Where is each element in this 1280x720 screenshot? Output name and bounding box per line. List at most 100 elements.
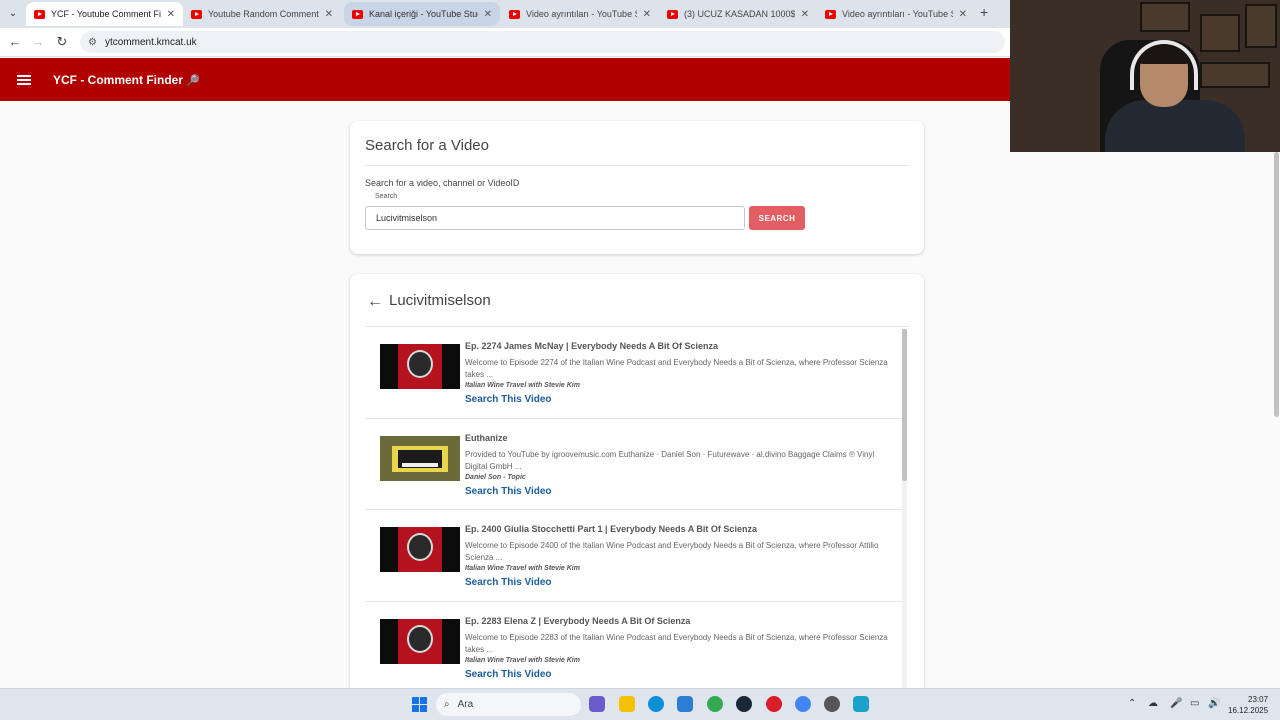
edge-icon[interactable] xyxy=(648,696,664,712)
browser-tab-strip: ⌄ YCF - Youtube Comment Finder ✕ Youtube… xyxy=(0,0,1010,28)
video-thumbnail[interactable] xyxy=(380,527,460,572)
video-channel: Italian Wine Travel with Stevie Kim xyxy=(465,382,580,389)
taskbar-search-placeholder: Ara xyxy=(457,699,474,710)
tab-close-icon[interactable]: ✕ xyxy=(801,9,809,20)
new-tab-plus-icon[interactable]: + xyxy=(980,4,988,20)
forward-arrow-icon[interactable]: → xyxy=(29,33,47,51)
tab-close-icon[interactable]: ✕ xyxy=(325,9,333,20)
video-title: Euthanize xyxy=(465,432,508,443)
video-description: Welcome to Episode 2274 of the Italian W… xyxy=(465,358,888,379)
tab-close-icon[interactable]: ✕ xyxy=(959,9,967,20)
app-header: YCF - Comment Finder 🔎 xyxy=(0,58,1010,101)
volume-icon[interactable]: 🔊 xyxy=(1208,698,1220,709)
video-title: Ep. 2274 James McNay | Everybody Needs A… xyxy=(465,341,718,351)
taskbar-search[interactable]: ⌕ Ara xyxy=(436,693,581,716)
results-scrollbar-thumb[interactable] xyxy=(902,329,907,481)
tab-title: Kanal içeriği - YouTube Studio xyxy=(369,9,478,19)
notepad-icon[interactable] xyxy=(853,696,869,712)
search-this-video-link[interactable]: Search This Video xyxy=(465,486,552,497)
tab-video-details-1[interactable]: Video ayrıntıları - YouTube Stu ✕ xyxy=(501,2,659,26)
reload-icon[interactable]: ↻ xyxy=(53,33,71,51)
windows-taskbar: ⌕ Ara ⌃ ☁ 🎤 ▭ 🔊 23:07 16.12.2025 xyxy=(0,688,1280,720)
main-content: Search for a Video Search for a video, c… xyxy=(0,101,1010,688)
search-hint: Search for a video, channel or VideoID xyxy=(365,178,520,188)
magnifier-emoji-icon: 🔎 xyxy=(186,74,200,87)
onedrive-icon[interactable]: ☁ xyxy=(1148,698,1158,709)
tab-search-chevron-icon[interactable]: ⌄ xyxy=(4,5,22,23)
youtube-favicon-icon xyxy=(509,9,520,19)
search-card: Search for a Video Search for a video, c… xyxy=(350,121,924,254)
youtube-favicon-icon xyxy=(34,9,45,19)
site-settings-icon[interactable]: ⚙ xyxy=(88,37,97,48)
video-channel: Daniel Son - Topic xyxy=(465,473,526,481)
browser-toolbar: ← → ↻ ⚙ ytcomment.kmcat.uk xyxy=(0,28,1010,57)
youtube-favicon-icon xyxy=(667,9,678,19)
tab-title: Video ayrıntıları - YouTube Stu xyxy=(842,9,953,19)
back-arrow-icon[interactable]: ← xyxy=(6,33,24,51)
chrome-icon[interactable] xyxy=(707,696,723,712)
tab-title: Video ayrıntıları - YouTube Stu xyxy=(526,9,637,19)
tab-title: Youtube Random Comment Pic xyxy=(208,9,319,19)
video-thumbnail[interactable] xyxy=(380,344,460,389)
tab-close-icon[interactable]: ✕ xyxy=(484,9,492,20)
address-bar[interactable]: ⚙ ytcomment.kmcat.uk xyxy=(80,31,1005,53)
tray-chevron-icon[interactable]: ⌃ xyxy=(1128,698,1136,709)
tab-random-comment[interactable]: Youtube Random Comment Pic ✕ xyxy=(183,2,341,26)
results-card: ← Lucivitmiselson Ep. 2274 James McNay |… xyxy=(350,274,924,688)
search-icon: ⌕ xyxy=(444,699,450,710)
tab-title: (3) UCUZ KASADAN 1000$ MA xyxy=(684,9,795,19)
url-text: ytcomment.kmcat.uk xyxy=(104,36,197,48)
tab-title: YCF - Youtube Comment Finder xyxy=(51,9,161,19)
list-item: Ep. 2283 Elena Z | Everybody Needs A Bit… xyxy=(365,602,905,689)
copilot-icon[interactable] xyxy=(589,696,605,712)
list-item: Ep. 2400 Giulia Stocchetti Part 1 | Ever… xyxy=(365,510,905,602)
video-description: Provided to YouTube by igroovemusic.com … xyxy=(465,449,875,471)
back-arrow-icon[interactable]: ← xyxy=(367,293,383,311)
youtube-favicon-icon xyxy=(352,9,363,19)
video-channel: Italian Wine Travel with Stevie Kim xyxy=(465,656,580,664)
search-this-video-link[interactable]: Search This Video xyxy=(465,394,552,405)
search-button[interactable]: SEARCH xyxy=(749,206,805,230)
youtube-favicon-icon xyxy=(191,9,202,19)
tab-kanal-icerigi[interactable]: Kanal içeriği - YouTube Studio ✕ xyxy=(344,2,500,26)
video-description: Welcome to Episode 2283 of the Italian W… xyxy=(465,632,888,654)
search-field-label: Search xyxy=(375,193,398,200)
app-icon[interactable] xyxy=(824,696,840,712)
youtube-favicon-icon xyxy=(825,9,836,19)
clock-time: 23:07 xyxy=(1248,695,1269,704)
video-title: Ep. 2400 Giulia Stocchetti Part 1 | Ever… xyxy=(465,524,757,534)
chrome-active-icon[interactable] xyxy=(795,696,811,712)
list-item: Euthanize Provided to YouTube by igroove… xyxy=(365,419,905,510)
clock-date: 16.12.2025 xyxy=(1228,706,1269,715)
app-title-text: YCF - Comment Finder xyxy=(53,72,184,87)
tab-close-icon[interactable]: ✕ xyxy=(643,9,651,20)
search-card-heading: Search for a Video xyxy=(365,137,489,154)
video-description: Welcome to Episode 2400 of the Italian W… xyxy=(465,541,879,562)
list-item: Ep. 2274 James McNay | Everybody Needs A… xyxy=(365,327,905,419)
tab-ycf[interactable]: YCF - Youtube Comment Finder ✕ xyxy=(26,2,183,26)
windows-start-icon[interactable] xyxy=(412,697,427,712)
tab-video-details-2[interactable]: Video ayrıntıları - YouTube Stu ✕ xyxy=(817,2,975,26)
network-icon[interactable]: ▭ xyxy=(1190,698,1199,709)
webcam-overlay xyxy=(1010,0,1280,152)
store-icon[interactable] xyxy=(677,696,693,712)
video-thumbnail[interactable] xyxy=(380,435,460,481)
steam-icon[interactable] xyxy=(736,696,752,712)
video-title: Ep. 2283 Elena Z | Everybody Needs A Bit… xyxy=(465,615,691,626)
app-title: YCF - Comment Finder 🔎 xyxy=(53,73,200,87)
channel-title: Lucivitmiselson xyxy=(389,292,491,309)
search-this-video-link[interactable]: Search This Video xyxy=(465,577,552,588)
tab-ucuz-kasadan[interactable]: (3) UCUZ KASADAN 1000$ MA ✕ xyxy=(659,2,817,26)
opera-icon[interactable] xyxy=(766,696,782,712)
menu-hamburger-icon[interactable] xyxy=(17,73,31,87)
search-this-video-link[interactable]: Search This Video xyxy=(465,669,552,680)
divider xyxy=(365,165,909,166)
video-thumbnail[interactable] xyxy=(380,618,460,664)
clock[interactable]: 23:07 16.12.2025 xyxy=(1228,694,1268,716)
tab-close-icon[interactable]: ✕ xyxy=(167,9,175,20)
search-input[interactable] xyxy=(365,206,745,230)
microphone-icon[interactable]: 🎤 xyxy=(1170,698,1182,709)
page-scrollbar[interactable] xyxy=(1272,152,1280,692)
file-explorer-icon[interactable] xyxy=(619,696,635,712)
results-list: Ep. 2274 James McNay | Everybody Needs A… xyxy=(365,327,905,688)
